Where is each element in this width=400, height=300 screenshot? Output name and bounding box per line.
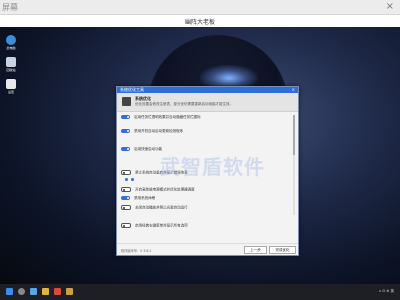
desktop-icon-recycle-bin[interactable]: 回收站 [4,57,18,72]
toggle-switch[interactable] [121,223,131,228]
toggle-switch[interactable] [121,129,130,133]
option-label: 启用经典右键菜单并显示所有选项 [135,223,188,228]
option-row[interactable]: 禁用系统休眠 [121,196,155,202]
desktop-background: 此电脑 回收站 设置 系统优化工具 × 系统优化 优化设置会修改注册表，部分优化… [0,27,400,284]
computer-icon [6,35,16,45]
file-explorer-icon[interactable] [42,288,49,295]
toggle-switch[interactable] [121,187,131,192]
app-icon[interactable] [66,288,73,295]
desktop-icon-label: 设置 [7,90,14,94]
desktop-icon-label: 此电脑 [6,46,16,50]
toggle-switch[interactable] [121,170,131,175]
option-label: 关闭自动播放并禁止光驱自动运行 [135,205,188,210]
start-icon[interactable] [6,288,13,295]
option-label: 启用快速启动功能 [134,147,163,151]
option-label: 开启高性能电源模式并优化处理器调度 [135,187,195,192]
system-tray[interactable]: ∧ ⊡ ⊕ 英 [379,289,394,294]
option-row[interactable]: 禁用开机自动启动更新检测程序 [121,129,183,135]
edge-browser-icon[interactable] [30,288,37,295]
option-label: 禁用开机自动启动更新检测程序 [134,129,184,133]
header-strip: 幽阵大老板 [0,15,400,27]
version-label: 软件版本号：V 3.6.1 [121,249,152,253]
watermark-text: 武智盾软件 [160,155,265,179]
recycle-bin-icon [6,57,16,67]
scrollbar-thumb[interactable] [293,115,295,155]
toggle-switch[interactable] [121,196,130,200]
option-label: 启用任务栏透明效果并自动隐藏任务栏图标 [134,115,201,119]
taskbar: ∧ ⊡ ⊕ 英 [0,284,400,300]
window-footer: 软件版本号：V 3.6.1 上一步 完成优化 [117,243,298,255]
desktop-icon-computer[interactable]: 此电脑 [4,35,18,50]
scrollbar[interactable] [293,115,295,215]
option-row[interactable]: 启用经典右键菜单并显示所有选项 [121,223,188,229]
window-header: 系统优化 优化设置会修改注册表，部分优化需要重新启动电脑才能生效。 [117,93,298,112]
info-icon [125,177,128,181]
close-icon[interactable]: × [386,1,394,12]
finish-button[interactable]: 完成优化 [269,246,296,254]
option-note [123,177,135,181]
info-icon [131,177,135,181]
search-icon[interactable] [18,288,25,295]
app-icon[interactable] [54,288,61,295]
window-title: 系统优化工具 [120,87,144,92]
desktop-icon-label: 回收站 [6,68,16,72]
option-row[interactable]: 开启高性能电源模式并优化处理器调度 [121,187,195,193]
toggle-switch[interactable] [121,115,130,119]
toggle-switch[interactable] [121,205,131,210]
option-label: 禁用系统休眠 [134,196,156,200]
app-logo-icon [122,97,131,106]
toggle-switch[interactable] [121,147,130,151]
option-row[interactable]: 启用任务栏透明效果并自动隐藏任务栏图标 [121,115,201,121]
header-description: 优化设置会修改注册表，部分优化需要重新启动电脑才能生效。 [135,102,233,106]
desktop-icon-settings[interactable]: 设置 [4,79,18,94]
page-caption: 幽阵大老板 [184,19,215,26]
app-title: 屏幕 [2,3,18,12]
option-row[interactable]: 启用快速启动功能 [121,147,162,153]
option-row[interactable]: 关闭自动播放并禁止光驱自动运行 [121,205,188,211]
app-titlebar: 屏幕 × [0,0,400,15]
prev-button[interactable]: 上一步 [244,246,267,254]
document-icon [6,79,16,89]
